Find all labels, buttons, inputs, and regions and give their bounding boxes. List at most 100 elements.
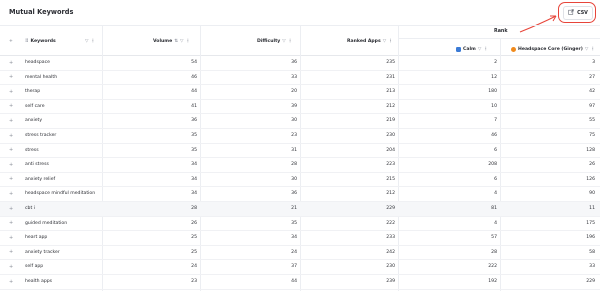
column-header-headspace[interactable]: Headspace Core (Ginger) ▽ ⋮ [511, 44, 595, 54]
column-menu-icon[interactable]: ⋮ [288, 39, 293, 44]
add-all-button[interactable]: + [9, 36, 13, 46]
expand-row-button[interactable]: + [9, 264, 13, 270]
headspace-rank-cell: 55 [589, 118, 595, 124]
table-row[interactable]: + anxiety tracker 25 24 242 28 58 [0, 246, 600, 261]
volume-cell: 41 [191, 103, 197, 109]
table-row[interactable]: + therap 44 20 213 180 42 [0, 85, 600, 100]
csv-export-button[interactable]: CSV [563, 6, 593, 20]
column-menu-icon[interactable]: ⋮ [185, 39, 190, 44]
headspace-rank-cell: 229 [586, 279, 595, 284]
volume-cell: 26 [191, 220, 197, 226]
headspace-rank-cell: 33 [589, 264, 595, 270]
table-row[interactable]: + mental health 46 33 231 12 27 [0, 71, 600, 86]
sort-icon[interactable]: ⇅ [174, 39, 178, 44]
keyword-cell[interactable]: cbt i [25, 206, 100, 212]
table-row[interactable]: + stress tracker 35 23 230 46 75 [0, 129, 600, 144]
expand-row-button[interactable]: + [9, 74, 13, 80]
column-header-difficulty[interactable]: Difficulty ▽ ⋮ [257, 36, 292, 46]
expand-row-button[interactable]: + [9, 103, 13, 109]
keyword-cell[interactable]: self app [25, 264, 100, 270]
keyword-cell[interactable]: anxiety [25, 118, 100, 124]
column-drag-icon: ⠿ [25, 38, 29, 44]
expand-row-button[interactable]: + [9, 60, 13, 66]
expand-row-button[interactable]: + [9, 147, 13, 153]
expand-row-button[interactable]: + [9, 118, 13, 124]
ranked-apps-cell: 242 [386, 249, 395, 255]
volume-cell: 34 [191, 162, 197, 168]
table-row[interactable]: + anxiety relief 34 30 215 6 126 [0, 173, 600, 188]
expand-row-button[interactable]: + [9, 279, 13, 285]
filter-icon[interactable]: ▽ [85, 39, 88, 44]
calm-app-icon [456, 46, 461, 52]
filter-icon[interactable]: ▽ [180, 39, 183, 44]
table-row[interactable]: + stress 35 31 204 6 128 [0, 144, 600, 159]
filter-icon[interactable]: ▽ [383, 39, 386, 44]
difficulty-cell: 44 [291, 279, 297, 284]
keyword-cell[interactable]: mental health [25, 75, 100, 81]
expand-row-button[interactable]: + [9, 133, 13, 139]
header-bar: Mutual Keywords CSV [0, 0, 600, 25]
column-menu-icon[interactable]: ⋮ [388, 39, 393, 44]
column-header-volume[interactable]: Volume ⇅ ▽ ⋮ [153, 36, 190, 46]
keyword-cell[interactable]: anxiety relief [25, 177, 100, 183]
ranked-apps-cell: 204 [386, 147, 395, 153]
volume-cell: 34 [191, 191, 197, 197]
calm-rank-cell: 28 [491, 249, 497, 255]
ranked-apps-cell: 212 [386, 103, 395, 109]
table-row[interactable]: + headspace mindful meditation 34 36 212 4 90 [0, 187, 600, 202]
column-header-ranked-apps[interactable]: Ranked Apps ▽ ⋮ [347, 36, 393, 46]
headspace-app-icon [511, 46, 516, 52]
keyword-cell[interactable]: stress [25, 148, 100, 154]
difficulty-cell: 28 [291, 162, 297, 168]
column-header-calm[interactable]: Calm ▽ ⋮ [456, 44, 488, 54]
filter-icon[interactable]: ▽ [282, 39, 285, 44]
expand-row-button[interactable]: + [9, 235, 13, 241]
table-row[interactable]: + guided meditation 26 35 222 4 175 [0, 217, 600, 232]
keyword-cell[interactable]: headspace mindful meditation [25, 191, 100, 197]
headspace-rank-cell: 196 [586, 235, 595, 241]
volume-cell: 36 [191, 118, 197, 124]
calm-rank-cell: 180 [488, 89, 497, 95]
expand-row-button[interactable]: + [9, 249, 13, 255]
keyword-cell[interactable]: headspace [25, 60, 100, 66]
keyword-cell[interactable]: stress tracker [25, 133, 100, 139]
headspace-rank-cell: 27 [589, 74, 595, 80]
table-row[interactable]: + self care 41 39 212 10 97 [0, 100, 600, 115]
table-row[interactable]: + anti stress 34 28 223 208 26 [0, 158, 600, 173]
column-menu-icon[interactable]: ⋮ [90, 39, 95, 44]
filter-icon[interactable]: ▽ [585, 47, 588, 52]
keyword-cell[interactable]: guided meditation [25, 221, 100, 227]
keyword-cell[interactable]: anxiety tracker [25, 250, 100, 256]
expand-row-button[interactable]: + [9, 176, 13, 182]
keywords-column-tools[interactable]: ▽ ⋮ [85, 36, 95, 46]
filter-icon[interactable]: ▽ [478, 47, 481, 52]
expand-row-button[interactable]: + [9, 220, 13, 226]
table-row[interactable]: + health apps 23 44 239 192 229 [0, 275, 600, 290]
headspace-rank-cell: 126 [586, 176, 595, 182]
expand-row-button[interactable]: + [9, 191, 13, 197]
expand-row-button[interactable]: + [9, 162, 13, 168]
difficulty-cell: 30 [291, 118, 297, 124]
table-row[interactable]: + heart app 25 34 233 57 196 [0, 231, 600, 246]
difficulty-cell: 30 [291, 176, 297, 182]
keyword-cell[interactable]: health apps [25, 279, 100, 285]
column-menu-icon[interactable]: ⋮ [483, 47, 488, 52]
table-row[interactable]: + self app 24 37 230 222 33 [0, 260, 600, 275]
expand-row-button[interactable]: + [9, 89, 13, 95]
headspace-rank-cell: 175 [586, 220, 595, 226]
expand-row-button[interactable]: + [9, 206, 13, 212]
column-header-keywords[interactable]: ⠿ Keywords [25, 36, 56, 46]
column-menu-icon[interactable]: ⋮ [590, 47, 595, 52]
difficulty-cell: 39 [291, 103, 297, 109]
volume-cell: 23 [191, 279, 197, 284]
table-row[interactable]: + cbt i 28 21 229 81 11 [0, 202, 600, 217]
calm-rank-cell: 4 [494, 191, 497, 197]
table-row[interactable]: + anxiety 36 30 219 7 55 [0, 114, 600, 129]
keyword-cell[interactable]: self care [25, 104, 100, 110]
table-row[interactable]: + headspace 54 36 235 2 3 [0, 56, 600, 71]
keyword-cell[interactable]: anti stress [25, 162, 100, 168]
ranked-apps-cell: 231 [386, 74, 395, 80]
volume-cell: 35 [191, 147, 197, 153]
keyword-cell[interactable]: heart app [25, 235, 100, 241]
keyword-cell[interactable]: therap [25, 89, 100, 95]
